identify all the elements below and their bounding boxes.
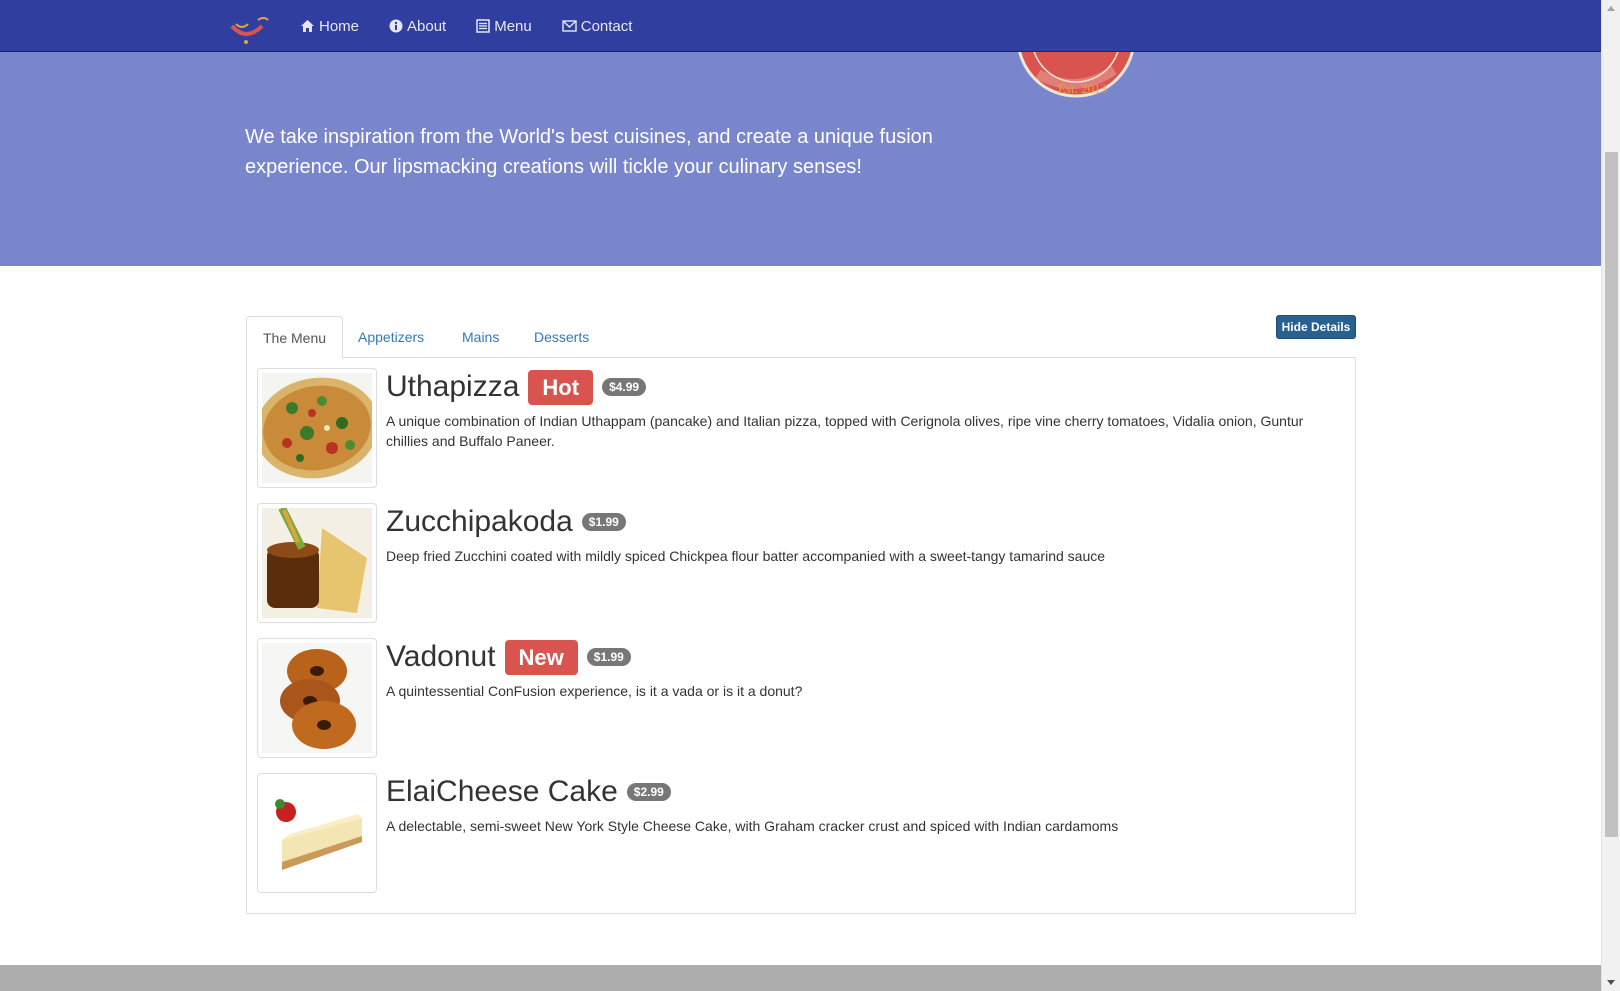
nav-item-home[interactable]: Home: [300, 18, 359, 35]
dish-name: Vadonut: [386, 640, 496, 673]
nav-item-contact[interactable]: Contact: [562, 17, 633, 35]
dish-description: A quintessential ConFusion experience, i…: [386, 683, 803, 699]
svg-text:Est. 2013: Est. 2013: [1058, 81, 1107, 96]
tab-the-menu[interactable]: The Menu: [246, 316, 344, 359]
page-scrollbar[interactable]: [1601, 0, 1620, 991]
navbar: Home About Menu Contact: [0, 0, 1601, 52]
scroll-down-arrow-icon[interactable]: [1607, 980, 1615, 985]
dish-label: New: [504, 639, 578, 675]
dish-label: Hot: [528, 369, 594, 405]
dish-thumbnail[interactable]: [257, 503, 377, 623]
scrollbar-thumb[interactable]: [1605, 152, 1618, 837]
nav-menu: Home About Menu Contact: [300, 0, 662, 52]
dish-description: A unique combination of Indian Uthappam …: [386, 413, 1304, 449]
jumbotron-text: We take inspiration from the World's bes…: [245, 126, 933, 178]
info-icon: [389, 19, 403, 33]
nav-item-menu[interactable]: Menu: [476, 18, 532, 35]
dish-item: Zucchipakoda $1.99 Deep fried Zucchini c…: [257, 503, 1347, 623]
tab-desserts[interactable]: Desserts: [518, 316, 605, 358]
pizza-image: [262, 373, 372, 483]
hide-details-button[interactable]: Hide Details: [1276, 315, 1356, 339]
nav-item-contact-label: Contact: [580, 17, 633, 35]
dish-thumbnail[interactable]: [257, 638, 377, 758]
nav-item-about-label: About: [407, 17, 447, 35]
dish-thumbnail[interactable]: [257, 368, 377, 488]
jumbotron: Est. 2013 We take inspiration from the W…: [0, 52, 1601, 266]
nav-item-menu-label: Menu: [494, 17, 532, 35]
price-badge: $2.99: [626, 783, 671, 801]
tab-mains[interactable]: Mains: [446, 316, 515, 358]
price-badge: $1.99: [586, 648, 631, 666]
footer: [0, 965, 1601, 991]
dish-name: Zucchipakoda: [386, 505, 573, 538]
dish-name: Uthapizza: [386, 370, 520, 403]
restaurant-logo-emblem: Est. 2013: [1010, 52, 1150, 104]
dish-item: ElaiCheese Cake $2.99 A delectable, semi…: [257, 773, 1347, 893]
envelope-icon: [562, 20, 577, 32]
dish-heading: ElaiCheese Cake $2.99: [386, 775, 1346, 809]
dish-description: Deep fried Zucchini coated with mildly s…: [386, 548, 1106, 564]
dish-thumbnail[interactable]: [257, 773, 377, 893]
nav-item-home-label: Home: [319, 17, 360, 35]
list-icon: [476, 19, 490, 33]
dish-description: A delectable, semi-sweet New York Style …: [386, 818, 1119, 834]
dish-heading: Uthapizza Hot $4.99: [386, 369, 1346, 405]
dish-body: ElaiCheese Cake $2.99 A delectable, semi…: [386, 773, 1346, 836]
price-badge: $4.99: [602, 378, 647, 396]
vadonut-image: [262, 643, 372, 753]
dish-body: Zucchipakoda $1.99 Deep fried Zucchini c…: [386, 503, 1346, 566]
price-badge: $1.99: [581, 513, 626, 531]
dish-name: ElaiCheese Cake: [386, 775, 618, 808]
zucchipakoda-image: [262, 508, 372, 618]
tab-appetizers[interactable]: Appetizers: [342, 316, 440, 358]
dish-item: Vadonut New $1.99 A quintessential ConFu…: [257, 638, 1347, 758]
dish-body: Vadonut New $1.99 A quintessential ConFu…: [386, 638, 1346, 701]
menu-tabs: The Menu Appetizers Mains Desserts: [246, 316, 1356, 359]
dish-item: Uthapizza Hot $4.99 A unique combination…: [257, 368, 1347, 488]
cheesecake-image: [262, 778, 372, 888]
brand-logo[interactable]: [228, 12, 272, 48]
home-icon: [301, 20, 314, 32]
dish-heading: Vadonut New $1.99: [386, 639, 1346, 675]
scroll-up-arrow-icon[interactable]: [1607, 6, 1615, 11]
dish-heading: Zucchipakoda $1.99: [386, 505, 1346, 539]
nav-item-about[interactable]: About: [389, 18, 446, 35]
dish-body: Uthapizza Hot $4.99 A unique combination…: [386, 368, 1346, 451]
